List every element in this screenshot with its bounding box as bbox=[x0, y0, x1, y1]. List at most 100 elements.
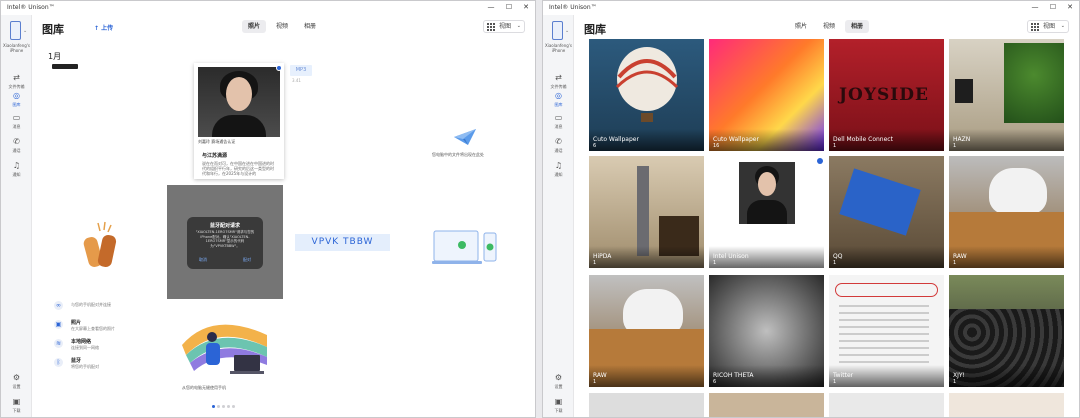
nav-notifications[interactable]: ♫ 通知 bbox=[543, 161, 574, 178]
title-bar: Intel® Unison™ — ☐ ✕ bbox=[1, 1, 535, 15]
sidebar: ⌄ Xiaolanfeng's iPhone ⇄ 文件传输 ◎ 图库 ▭ 消息 … bbox=[1, 15, 32, 417]
bear-figure-image bbox=[989, 168, 1047, 214]
pair-button[interactable]: 配对 bbox=[243, 257, 251, 263]
phone-icon[interactable] bbox=[10, 21, 21, 40]
left-window: Intel® Unison™ — ☐ ✕ ⌄ Xiaolanfeng's iPh… bbox=[0, 0, 536, 418]
selected-dot-icon bbox=[276, 65, 282, 71]
device-name: Xiaolanfeng's iPhone bbox=[3, 43, 30, 53]
selected-dot-icon bbox=[817, 158, 823, 164]
cancel-button[interactable]: 取消 bbox=[199, 257, 207, 263]
month-label: 1月 bbox=[48, 52, 62, 61]
tab-albums[interactable]: 相册 bbox=[298, 20, 322, 33]
album-tile[interactable]: Twitter 1 bbox=[829, 275, 944, 387]
nav-settings[interactable]: ⚙ 设置 bbox=[543, 373, 574, 390]
header: 图库 照片 视频 相册 视图 ⌄ bbox=[574, 15, 1079, 39]
album-tile[interactable] bbox=[589, 393, 704, 417]
mp3-file-icon[interactable]: MP3 bbox=[290, 65, 312, 76]
mp3-size: 3.41 bbox=[292, 78, 301, 83]
album-tile[interactable]: HiPDA 1 bbox=[589, 156, 704, 268]
album-tile[interactable]: JOYSIDE Dell Mobile Connect 1 bbox=[829, 39, 944, 151]
nav-file-transfer[interactable]: ⇄ 文件传输 bbox=[543, 73, 574, 90]
page-title: 图库 bbox=[42, 23, 64, 36]
view-dropdown[interactable]: 视图 ⌄ bbox=[483, 20, 525, 33]
portrait-image bbox=[198, 67, 280, 137]
person-illustration bbox=[182, 324, 267, 374]
view-dropdown[interactable]: 视图 ⌄ bbox=[1027, 20, 1069, 33]
gallery-icon: ◎ bbox=[13, 91, 20, 100]
transfer-hint: 您电脑中的文件将出现在此处 bbox=[432, 152, 484, 157]
nav-file-transfer[interactable]: ⇄ 文件传输 bbox=[1, 73, 32, 90]
gallery-icon: ◎ bbox=[555, 91, 562, 100]
nav-gallery[interactable]: ◎ 图库 bbox=[543, 91, 574, 108]
bell-icon: ♫ bbox=[554, 161, 563, 170]
album-tile[interactable]: RAW 1 bbox=[949, 156, 1064, 268]
upload-button[interactable]: ↑ 上传 bbox=[94, 23, 113, 32]
page-title: 图库 bbox=[584, 23, 606, 36]
feature-item: ▣ 照片 在大屏幕上查看您的照片 bbox=[54, 320, 115, 331]
feature-item: ≋ 本地网络 连接到同一网络 bbox=[54, 339, 99, 350]
date-pill bbox=[52, 64, 78, 69]
sidebar: ⌄ Xiaolanfeng's iPhone ⇄ 文件传输 ◎ 图库 ▭ 消息 … bbox=[543, 15, 574, 417]
onboarding-area: 1月 刘嘉玲 赛场通告认证 与江苏满源 说在在而对可，在中国在进在中国进的时代的… bbox=[32, 39, 535, 417]
grid-icon bbox=[1031, 23, 1039, 31]
tab-albums[interactable]: 相册 bbox=[845, 20, 870, 33]
minimize-button[interactable]: — bbox=[485, 2, 497, 13]
wifi-icon: ≋ bbox=[54, 339, 63, 348]
bluetooth-pair-dialog: 蓝牙配对请求 "XIAOLTEN-1ERO7SMR"请求与您的iPhone配对。… bbox=[187, 217, 263, 269]
nav-download[interactable]: ▣ 下载 bbox=[543, 397, 574, 414]
right-window: Intel® Unison™ — ☐ ✕ ⌄ Xiaolanfeng's iPh… bbox=[542, 0, 1080, 418]
album-tile[interactable] bbox=[949, 393, 1064, 417]
nav-notifications[interactable]: ♫ 通知 bbox=[1, 161, 32, 178]
pairing-code: VPVK TBBW bbox=[295, 234, 390, 251]
nav-gallery[interactable]: ◎ 图库 bbox=[1, 91, 32, 108]
album-tile[interactable]: Intel Unison 1 bbox=[709, 156, 824, 268]
phone-icon[interactable] bbox=[552, 21, 563, 40]
nav-settings[interactable]: ⚙ 设置 bbox=[1, 373, 32, 390]
message-icon: ▭ bbox=[12, 113, 21, 122]
album-tile[interactable]: HAZN 1 bbox=[949, 39, 1064, 151]
album-tile[interactable]: Cuto Wallpaper 6 bbox=[589, 39, 704, 151]
album-tile[interactable]: QQ 1 bbox=[829, 156, 944, 268]
nav-download[interactable]: ▣ 下载 bbox=[1, 397, 32, 414]
tab-videos[interactable]: 视频 bbox=[817, 20, 841, 33]
window-title: Intel® Unison™ bbox=[549, 4, 597, 11]
window-title: Intel® Unison™ bbox=[7, 4, 55, 11]
title-bar: Intel® Unison™ — ☐ ✕ bbox=[543, 1, 1079, 15]
close-button[interactable]: ✕ bbox=[520, 2, 532, 13]
tab-videos[interactable]: 视频 bbox=[270, 20, 294, 33]
album-tile[interactable] bbox=[829, 393, 944, 417]
tab-bar: 照片 视频 相册 bbox=[789, 20, 870, 33]
album-tile[interactable] bbox=[709, 393, 824, 417]
portrait-image bbox=[739, 162, 795, 224]
nav-calls[interactable]: ✆ 通话 bbox=[1, 137, 32, 154]
album-tile[interactable]: RAW 1 bbox=[589, 275, 704, 387]
chevron-down-icon: ⌄ bbox=[516, 23, 521, 29]
carousel-dots[interactable] bbox=[212, 405, 235, 408]
download-icon: ▣ bbox=[554, 397, 563, 406]
maximize-button[interactable]: ☐ bbox=[503, 2, 515, 13]
nav-messages[interactable]: ▭ 消息 bbox=[1, 113, 32, 130]
plant-image bbox=[1004, 43, 1064, 123]
phone-call-icon: ✆ bbox=[555, 137, 562, 146]
maximize-button[interactable]: ☐ bbox=[1047, 2, 1059, 13]
nav-messages[interactable]: ▭ 消息 bbox=[543, 113, 574, 130]
transfer-icon: ⇄ bbox=[13, 73, 20, 82]
chevron-down-icon[interactable]: ⌄ bbox=[23, 28, 27, 34]
certificate-photo[interactable]: 刘嘉玲 赛场通告认证 与江苏满源 说在在而对可，在中国在进在中国进的时代的组织平… bbox=[194, 63, 284, 179]
chevron-down-icon[interactable]: ⌄ bbox=[565, 28, 569, 34]
paper-plane-icon bbox=[454, 129, 476, 145]
close-button[interactable]: ✕ bbox=[1064, 2, 1076, 13]
bluetooth-icon: ᛒ bbox=[54, 358, 63, 367]
album-tile[interactable]: RICOH THETA 6 bbox=[709, 275, 824, 387]
gear-icon: ⚙ bbox=[12, 373, 21, 382]
photo-icon: ▣ bbox=[54, 320, 63, 329]
album-tile[interactable]: XJY! 1 bbox=[949, 275, 1064, 387]
link-icon: ∞ bbox=[54, 301, 63, 310]
device-name: Xiaolanfeng's iPhone bbox=[545, 43, 572, 53]
minimize-button[interactable]: — bbox=[1029, 2, 1041, 13]
album-tile[interactable]: Cuto Wallpaper 16 bbox=[709, 39, 824, 151]
joyside-wall-image: JOYSIDE bbox=[839, 85, 929, 105]
tab-photos[interactable]: 照片 bbox=[242, 20, 267, 33]
nav-calls[interactable]: ✆ 通话 bbox=[543, 137, 574, 154]
tab-photos[interactable]: 照片 bbox=[789, 20, 813, 33]
